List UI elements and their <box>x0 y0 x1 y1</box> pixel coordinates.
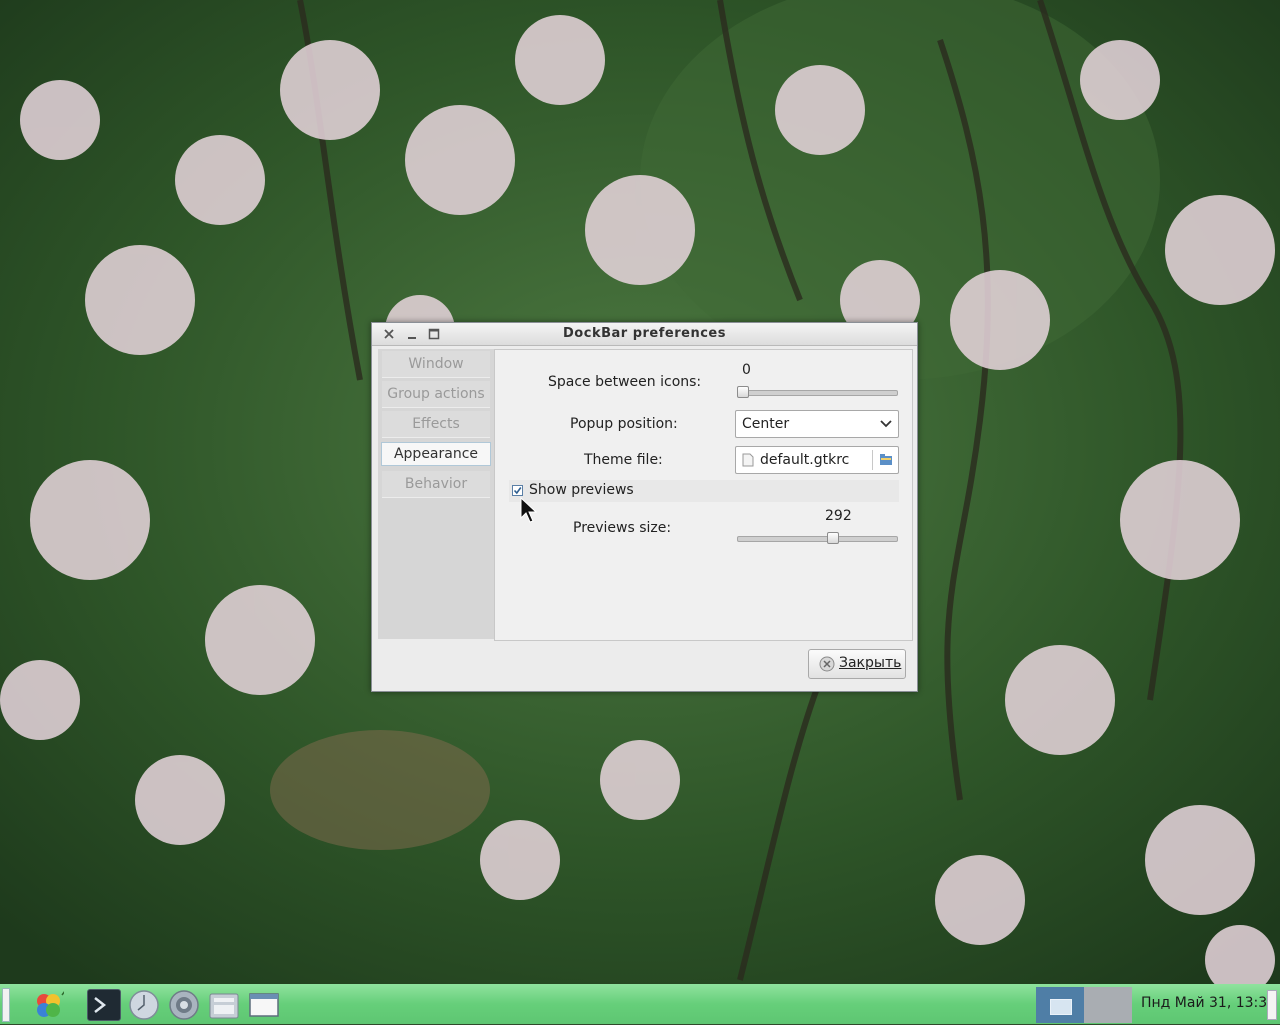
theme-file-name: default.gtkrc <box>760 452 850 468</box>
chevron-down-icon <box>880 418 892 434</box>
dockbar-preferences-dialog: DockBar preferences Window actions Group… <box>371 322 918 692</box>
file-manager-icon[interactable] <box>207 989 241 1021</box>
space-between-icons-slider[interactable] <box>737 390 898 396</box>
sidebar-item-window-actions[interactable]: Window actions <box>382 351 490 398</box>
window-title: DockBar preferences <box>563 326 726 341</box>
close-button[interactable]: Закрыть <box>808 649 906 679</box>
sidebar-item-effects[interactable]: Effects <box>382 411 490 438</box>
workspace-1-button[interactable] <box>1036 987 1084 1023</box>
popup-position-selected: Center <box>742 416 790 432</box>
show-desktop-button[interactable] <box>1267 990 1277 1020</box>
title-bar[interactable]: DockBar preferences <box>372 323 917 346</box>
theme-file-chooser[interactable]: default.gtkrc <box>735 446 899 474</box>
close-button-label: Закрыть <box>839 655 902 671</box>
folder-open-icon[interactable] <box>879 452 893 470</box>
file-icon <box>742 453 754 471</box>
start-menu-icon[interactable] <box>32 989 69 1021</box>
close-circle-icon <box>819 656 835 676</box>
show-previews-row[interactable]: Show previews <box>509 480 899 502</box>
clock-app-icon[interactable] <box>127 989 161 1021</box>
popup-position-select[interactable]: Center <box>735 410 899 438</box>
space-between-icons-label: Space between icons: <box>548 374 702 390</box>
previews-size-slider[interactable] <box>737 536 898 542</box>
previews-size-label: Previews size: <box>573 520 672 536</box>
mouse-pointer-icon <box>520 497 538 523</box>
network-icon[interactable] <box>167 989 201 1021</box>
taskbar: Пнд Май 31, 13:33 <box>0 984 1280 1024</box>
space-between-icons-value: 0 <box>742 362 751 378</box>
theme-file-label: Theme file: <box>584 452 663 468</box>
clock[interactable]: Пнд Май 31, 13:33 <box>1141 995 1276 1011</box>
workspace-window-thumbnail <box>1050 999 1072 1015</box>
previews-size-slider-handle[interactable] <box>826 532 839 544</box>
terminal-icon[interactable] <box>87 989 121 1021</box>
space-between-icons-slider-handle[interactable] <box>737 386 749 398</box>
previews-size-value: 292 <box>825 508 852 524</box>
show-previews-label[interactable]: Show previews <box>529 482 634 498</box>
window-icon[interactable] <box>247 989 281 1021</box>
chooser-divider <box>872 450 873 470</box>
popup-position-label: Popup position: <box>570 416 678 432</box>
sidebar-item-group-actions[interactable]: Group actions <box>382 381 490 408</box>
appearance-panel: 0 Space between icons: Popup position: C… <box>494 349 913 641</box>
sidebar-item-appearance[interactable]: Appearance <box>381 442 491 466</box>
taskbar-handle[interactable] <box>2 988 10 1022</box>
sidebar: Window actions Group actions Effects App… <box>378 349 495 639</box>
workspace-2-button[interactable] <box>1084 987 1132 1023</box>
show-previews-checkbox[interactable] <box>512 485 523 496</box>
sidebar-item-behavior[interactable]: Behavior <box>382 471 490 498</box>
